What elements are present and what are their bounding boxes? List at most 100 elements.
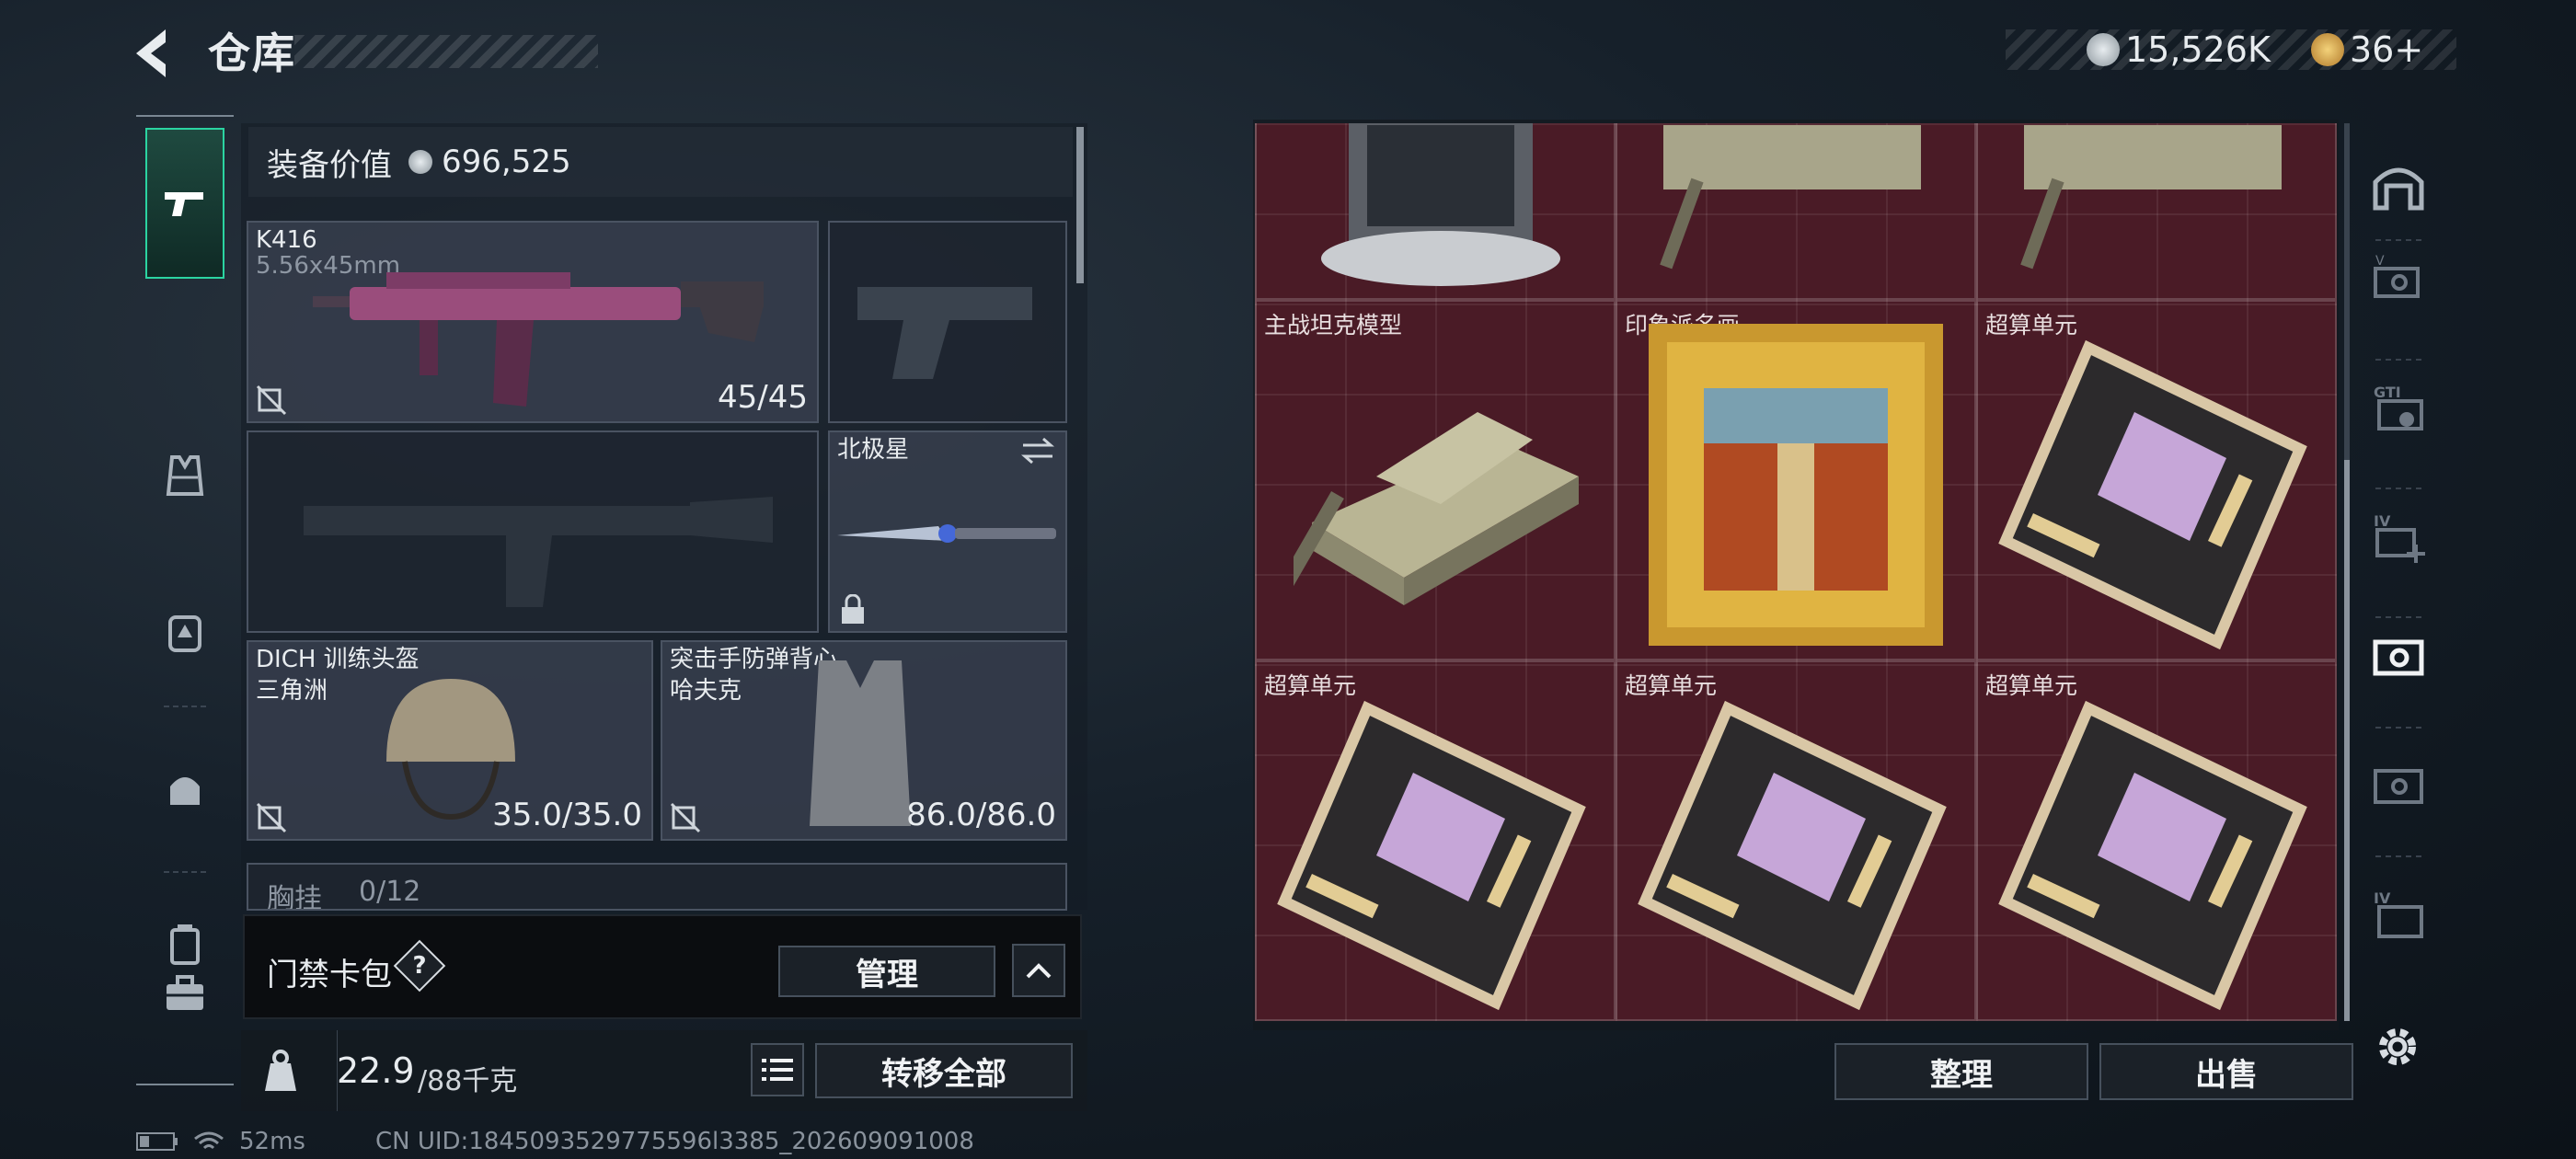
- storage-item[interactable]: 主战坦克模型: [1255, 300, 1616, 660]
- storage-tab-safehouse[interactable]: [2366, 153, 2431, 217]
- transfer-all-button[interactable]: 转移全部: [815, 1043, 1073, 1098]
- help-icon: ?: [412, 952, 427, 980]
- no-insurance-icon: [670, 802, 701, 833]
- melee-slot[interactable]: 北极星: [828, 430, 1067, 633]
- chevron-up-icon: [1026, 963, 1052, 979]
- storage-tab-iv-add[interactable]: IV: [2366, 506, 2431, 570]
- storage-tab-6[interactable]: [2366, 754, 2431, 819]
- storage-item[interactable]: 印象派名画: [1616, 300, 1976, 660]
- back-arrow-icon: [136, 29, 166, 77]
- safehouse-icon: [2373, 167, 2424, 211]
- secondary-weapon-slot[interactable]: [247, 430, 819, 633]
- pistol-icon: [165, 192, 203, 216]
- gold-coin-icon: [2311, 33, 2344, 66]
- weight-current: 22.9: [337, 1050, 415, 1091]
- storage-item[interactable]: 超算单元: [1255, 660, 1616, 1021]
- gold-currency[interactable]: 36+: [2311, 28, 2423, 72]
- lock-icon: [842, 594, 864, 624]
- nav-separator: [164, 871, 206, 873]
- storage-tab-iv[interactable]: IV: [2366, 883, 2431, 947]
- helmet-bag-icon: [170, 777, 200, 805]
- gold-currency-value: 36+: [2350, 29, 2424, 70]
- access-pack-label: 门禁卡包: [267, 957, 392, 993]
- settings-button[interactable]: [2372, 1021, 2423, 1076]
- sidearm-slot[interactable]: [828, 221, 1067, 423]
- nav-briefcase-tab[interactable]: [145, 957, 224, 1030]
- storage-item[interactable]: 超算单元: [1976, 660, 2337, 1021]
- tank-icon: [1294, 412, 1579, 618]
- armor-slot[interactable]: 突击手防弹背心 哈夫克 86.0/86.0: [661, 640, 1067, 841]
- access-card-pack: 门禁卡包 ? 管理: [243, 914, 1082, 1019]
- backpack-icon: [168, 615, 201, 652]
- help-button[interactable]: ?: [393, 939, 446, 993]
- nav-backpack-tab[interactable]: [145, 595, 224, 669]
- storage-item[interactable]: [1616, 123, 1976, 300]
- storage-scrollbar[interactable]: [2344, 460, 2350, 1021]
- collapse-button[interactable]: [1012, 944, 1065, 997]
- storage-tab-icon: [2374, 769, 2423, 804]
- storage-grid: 主战坦克模型 印象派名画 超算单元 超算单元: [1255, 123, 2337, 1021]
- storage-item[interactable]: [1976, 123, 2337, 300]
- storage-tab-icon: [2373, 639, 2424, 676]
- rifle-k416-icon: [313, 272, 764, 407]
- computing-unit-icon: [1638, 700, 1947, 1011]
- equipment-value: 696,525: [442, 143, 571, 180]
- list-view-button[interactable]: [751, 1043, 804, 1096]
- nav-weapons-tab[interactable]: [145, 128, 224, 279]
- nav-bag-tab[interactable]: [145, 752, 224, 825]
- back-button[interactable]: [129, 26, 184, 81]
- weight-kg-icon: [265, 1050, 296, 1091]
- title-stripe-decoration: [294, 35, 598, 68]
- tab-separator: [2375, 488, 2421, 489]
- tank-icon: [1660, 125, 1921, 270]
- tank-icon: [2020, 125, 2282, 270]
- tab-separator: [2375, 855, 2421, 857]
- storage-tab-gti[interactable]: GTI: [2366, 377, 2431, 442]
- chest-rig-capacity: 0/12: [359, 876, 421, 908]
- primary-weapon-slot[interactable]: K416 5.56x45mm 45/45: [247, 221, 819, 423]
- tab-roman-label: IV: [2374, 512, 2391, 530]
- rifle-silhouette-icon: [304, 497, 773, 607]
- chest-rig-label: 胸挂: [267, 883, 322, 911]
- battery-icon: [136, 1132, 178, 1151]
- storage-tab-icon: GTI: [2374, 384, 2423, 430]
- tab-roman-label: V: [2375, 254, 2385, 269]
- item-label: 主战坦克模型: [1264, 312, 1403, 339]
- sell-button[interactable]: 出售: [2099, 1043, 2353, 1100]
- sort-button[interactable]: 整理: [1834, 1043, 2088, 1100]
- primary-weapon-ammo-count: 45/45: [718, 379, 808, 416]
- tab-separator: [2375, 727, 2421, 729]
- nav-vest-tab[interactable]: [145, 439, 224, 512]
- page-title: 仓库: [208, 29, 296, 78]
- weight-max: /88千克: [418, 1065, 518, 1097]
- melee-name: 北极星: [837, 436, 910, 464]
- list-icon: [762, 1059, 793, 1081]
- status-bar: 52ms CN UID:1845093529775596l3385_202609…: [136, 1128, 974, 1155]
- tab-roman-label: IV: [2374, 889, 2391, 907]
- storage-add-icon: IV: [2374, 512, 2425, 563]
- briefcase-icon: [167, 975, 203, 1010]
- painting-icon: [1649, 324, 1943, 646]
- storage-item[interactable]: [1255, 123, 1616, 300]
- chest-rig-slot[interactable]: 胸挂 0/12: [247, 863, 1067, 911]
- helmet-brand: 三角洲: [256, 677, 328, 705]
- vest-armor-icon: [810, 660, 911, 826]
- storage-tab-v[interactable]: V: [2366, 248, 2431, 313]
- storage-item[interactable]: 超算单元: [1976, 300, 2337, 660]
- armor-brand: 哈夫克: [670, 677, 742, 705]
- storage-item[interactable]: 超算单元: [1616, 660, 1976, 1021]
- primary-weapon-name: K416: [256, 226, 317, 254]
- silver-coin-icon: [408, 150, 432, 174]
- vest-icon: [166, 455, 204, 496]
- silver-currency[interactable]: 15,526K: [2087, 28, 2271, 72]
- helmet-slot[interactable]: DICH 训练头盔 三角洲 35.0/35.0: [247, 640, 653, 841]
- no-insurance-icon: [256, 802, 287, 833]
- manage-button[interactable]: 管理: [778, 946, 995, 997]
- no-insurance-icon: [256, 384, 287, 416]
- tab-separator: [2375, 239, 2421, 241]
- equipment-scrollbar[interactable]: [1076, 127, 1084, 283]
- swap-icon[interactable]: [1019, 436, 1056, 465]
- equipment-value-row: 装备价值 696,525: [248, 127, 1073, 197]
- storage-tab-active[interactable]: [2366, 625, 2431, 690]
- tab-separator: [2375, 359, 2421, 361]
